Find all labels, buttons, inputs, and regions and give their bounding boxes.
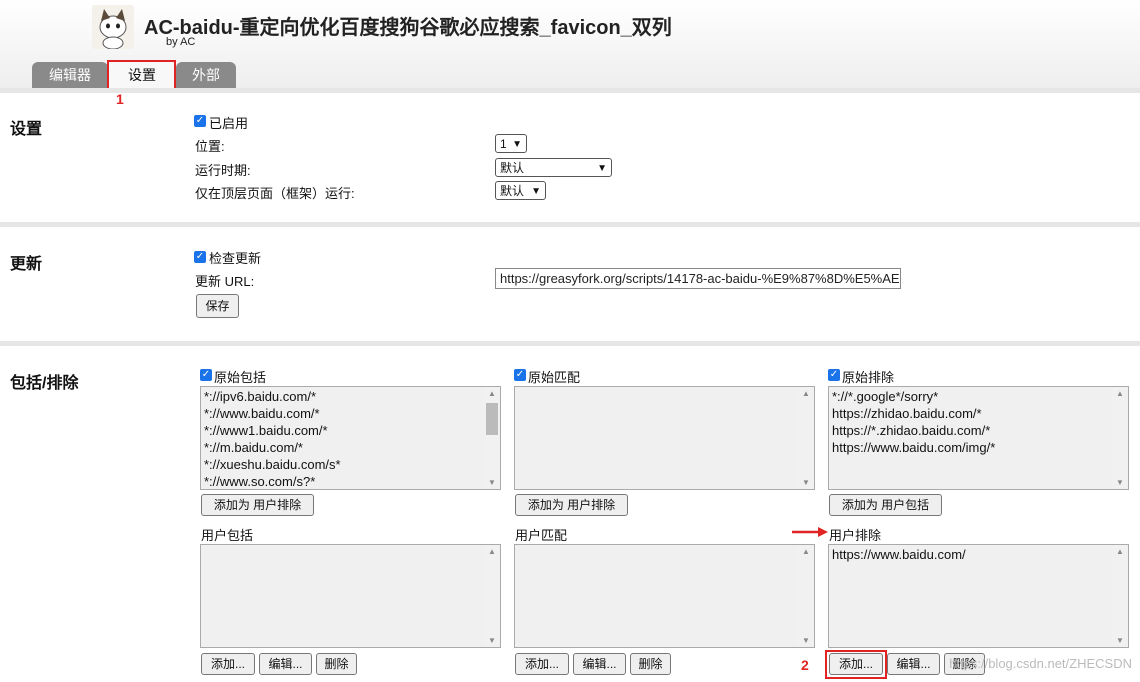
chevron-down-icon: ▼: [531, 186, 541, 197]
user-exclude-edit-button[interactable]: 编辑...: [887, 653, 940, 675]
scroll-down-icon[interactable]: ▼: [802, 478, 810, 487]
list-item[interactable]: *://www1.baidu.com/*: [204, 423, 328, 438]
highlight-box-add-button: [825, 650, 887, 679]
update-section-title: 更新: [10, 256, 43, 273]
scroll-down-icon[interactable]: ▼: [488, 478, 496, 487]
watermark: https://blog.csdn.net/ZHECSDN: [949, 656, 1132, 671]
section-divider: [0, 222, 1140, 227]
list-item[interactable]: https://zhidao.baidu.com/*: [832, 406, 982, 421]
scrollbar[interactable]: ▲ ▼: [1112, 387, 1128, 489]
user-include-add-button[interactable]: 添加...: [201, 653, 255, 675]
topframe-select-value: 默认: [500, 184, 525, 198]
list-item[interactable]: https://*.zhidao.baidu.com/*: [832, 423, 990, 438]
scrollbar[interactable]: ▲ ▼: [484, 545, 500, 647]
scroll-up-icon[interactable]: ▲: [1116, 547, 1124, 556]
original-exclude-list[interactable]: *://*.google*/sorry* https://zhidao.baid…: [828, 386, 1129, 490]
enabled-label: 已启用: [209, 116, 249, 131]
position-select-value: 1: [500, 137, 507, 151]
scroll-down-icon[interactable]: ▼: [488, 636, 496, 645]
chevron-down-icon: ▼: [597, 163, 607, 174]
add-as-user-exclude-button[interactable]: 添加为 用户排除: [201, 494, 314, 516]
update-url-label: 更新 URL:: [195, 274, 255, 289]
annotation-step-1: 1: [116, 91, 124, 107]
scrollbar[interactable]: ▲ ▼: [484, 387, 500, 489]
list-item[interactable]: https://www.baidu.com/img/*: [832, 440, 995, 455]
script-title: AC-baidu-重定向优化百度搜狗谷歌必应搜索_favicon_双列: [144, 17, 672, 39]
original-include-checkbox[interactable]: ✓: [200, 369, 212, 381]
scrollbar[interactable]: ▲ ▼: [798, 387, 814, 489]
runtime-label: 运行时期:: [195, 163, 251, 178]
user-match-list[interactable]: ▲ ▼: [514, 544, 815, 648]
check-update-label: 检查更新: [209, 251, 262, 266]
user-include-label: 用户包括: [201, 528, 254, 543]
user-include-list[interactable]: ▲ ▼: [200, 544, 501, 648]
section-divider: [0, 341, 1140, 346]
topframe-label: 仅在顶层页面（框架）运行:: [195, 186, 355, 201]
list-item[interactable]: *://www.baidu.com/*: [204, 406, 320, 421]
list-item[interactable]: *://*.google*/sorry*: [832, 389, 938, 404]
position-label: 位置:: [195, 139, 225, 154]
scroll-up-icon[interactable]: ▲: [802, 547, 810, 556]
user-match-label: 用户匹配: [515, 528, 568, 543]
author-byline: by AC: [166, 36, 196, 48]
list-item[interactable]: *://www.so.com/s?*: [204, 474, 315, 489]
tab-external[interactable]: 外部: [176, 62, 236, 88]
original-include-label: 原始包括: [214, 370, 267, 385]
list-item[interactable]: *://m.baidu.com/*: [204, 440, 303, 455]
scroll-up-icon[interactable]: ▲: [802, 389, 810, 398]
tab-editor[interactable]: 编辑器: [32, 62, 108, 88]
runtime-select-value: 默认: [500, 161, 525, 175]
position-select[interactable]: 1 ▼: [495, 134, 527, 153]
user-include-edit-button[interactable]: 编辑...: [259, 653, 312, 675]
scroll-up-icon[interactable]: ▲: [488, 547, 496, 556]
add-as-user-exclude-button[interactable]: 添加为 用户排除: [515, 494, 628, 516]
list-item[interactable]: https://www.baidu.com/: [832, 547, 966, 562]
enabled-checkbox[interactable]: ✓: [194, 115, 206, 127]
scroll-down-icon[interactable]: ▼: [1116, 636, 1124, 645]
original-include-list[interactable]: *://ipv6.baidu.com/* *://www.baidu.com/*…: [200, 386, 501, 490]
runtime-select[interactable]: 默认 ▼: [495, 158, 612, 177]
original-exclude-label: 原始排除: [842, 370, 895, 385]
original-match-checkbox[interactable]: ✓: [514, 369, 526, 381]
highlight-box-settings-tab: [107, 60, 176, 90]
add-as-user-include-button[interactable]: 添加为 用户包括: [829, 494, 942, 516]
check-update-checkbox[interactable]: ✓: [194, 251, 206, 263]
scroll-down-icon[interactable]: ▼: [1116, 478, 1124, 487]
red-arrow-icon: [792, 527, 828, 537]
user-match-add-button[interactable]: 添加...: [515, 653, 569, 675]
scroll-down-icon[interactable]: ▼: [802, 636, 810, 645]
scroll-up-icon[interactable]: ▲: [488, 389, 496, 398]
original-match-list[interactable]: ▲ ▼: [514, 386, 815, 490]
scrollbar[interactable]: ▲ ▼: [798, 545, 814, 647]
include-exclude-section-title: 包括/排除: [10, 375, 79, 392]
list-item[interactable]: *://ipv6.baidu.com/*: [204, 389, 316, 404]
original-match-label: 原始匹配: [528, 370, 581, 385]
user-exclude-label: 用户排除: [829, 528, 882, 543]
topframe-select[interactable]: 默认 ▼: [495, 181, 546, 200]
chevron-down-icon: ▼: [512, 139, 522, 150]
settings-section-title: 设置: [10, 121, 43, 138]
list-item[interactable]: *://xueshu.baidu.com/s*: [204, 457, 341, 472]
scrollbar-thumb[interactable]: [486, 403, 498, 435]
user-match-edit-button[interactable]: 编辑...: [573, 653, 626, 675]
save-button[interactable]: 保存: [196, 294, 239, 318]
scroll-up-icon[interactable]: ▲: [1116, 389, 1124, 398]
update-url-input[interactable]: https://greasyfork.org/scripts/14178-ac-…: [495, 268, 901, 289]
section-divider: [0, 88, 1140, 93]
original-exclude-checkbox[interactable]: ✓: [828, 369, 840, 381]
user-exclude-list[interactable]: https://www.baidu.com/ ▲ ▼: [828, 544, 1129, 648]
scrollbar[interactable]: ▲ ▼: [1112, 545, 1128, 647]
cat-avatar-icon: [92, 5, 134, 49]
user-match-delete-button[interactable]: 删除: [630, 653, 671, 675]
user-include-delete-button[interactable]: 删除: [316, 653, 357, 675]
annotation-step-2: 2: [801, 657, 809, 673]
